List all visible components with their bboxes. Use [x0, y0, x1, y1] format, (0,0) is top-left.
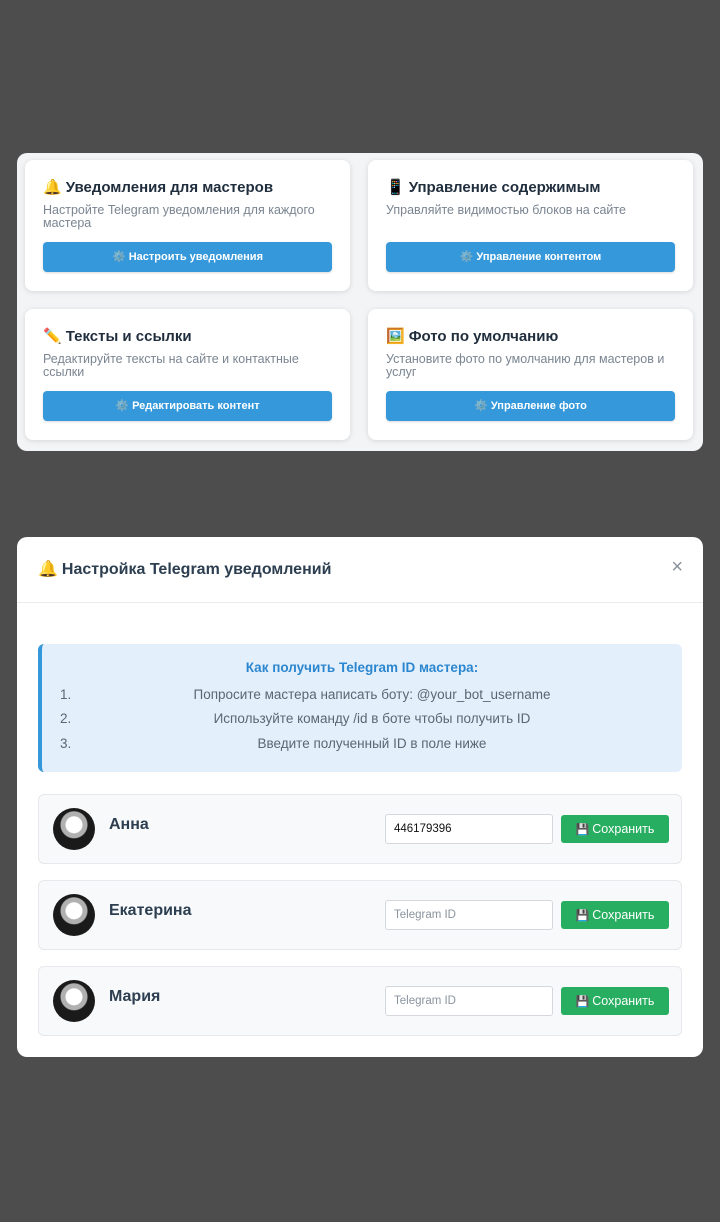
edit-content-button[interactable]: ⚙️ Редактировать контент	[43, 391, 332, 421]
card-description: Редактируйте тексты на сайте и контактны…	[43, 352, 299, 379]
avatar	[53, 808, 95, 850]
save-button[interactable]: 💾 Сохранить	[561, 987, 669, 1015]
master-name: Мария	[109, 988, 161, 1005]
floppy-disk-icon: 💾	[575, 995, 590, 1008]
floppy-disk-icon: 💾	[575, 823, 590, 836]
card-content-management: 📱 Управление содержимым Управляйте видимо…	[368, 160, 693, 291]
card-title: 🖼️ Фото по умолчанию	[386, 327, 559, 345]
card-default-photo: 🖼️ Фото по умолчанию Установите фото по у…	[368, 309, 693, 440]
card-description: Настройте Telegram уведомления для каждо…	[43, 203, 315, 230]
bell-icon: 🔔	[38, 559, 58, 578]
instructions-title: Как получить Telegram ID мастера:	[245, 660, 479, 675]
bell-icon: 🔔	[43, 178, 62, 196]
telegram-id-input[interactable]	[385, 986, 553, 1016]
configure-notifications-button[interactable]: ⚙️ Настроить уведомления	[43, 242, 332, 272]
modal-title: 🔔 Настройка Telegram уведомлений	[38, 559, 332, 578]
instructions-box: Как получить Telegram ID мастера: 1. Попр…	[38, 644, 682, 772]
modal-header: 🔔 Настройка Telegram уведомлений ×	[17, 537, 703, 603]
gear-icon: ⚙️	[459, 250, 474, 263]
manage-photo-button[interactable]: ⚙️ Управление фото	[386, 391, 675, 421]
card-title: 📱 Управление содержимым	[386, 178, 601, 196]
telegram-id-input[interactable]	[385, 900, 553, 930]
master-row-anna: Анна 💾Сохранить	[38, 794, 682, 864]
master-name: Екатерина	[109, 902, 192, 919]
instruction-step: 2. Используйте команду /id в боте чтобы п…	[60, 711, 531, 726]
card-title: ✏️ Тексты и ссылки	[43, 327, 192, 345]
admin-panel: 🔔 Уведомления для мастеров Настройте Tele…	[17, 153, 703, 451]
manage-content-button[interactable]: ⚙️ Управление контентом	[386, 242, 675, 272]
avatar	[53, 894, 95, 936]
picture-icon: 🖼️	[386, 327, 405, 345]
card-description: Установите фото по умолчанию для мастеро…	[386, 352, 665, 379]
avatar	[53, 980, 95, 1022]
instruction-step: 1. Попросите мастера написать боту: @your…	[60, 687, 551, 702]
gear-icon: ⚙️	[474, 399, 488, 412]
card-notifications: 🔔 Уведомления для мастеров Настройте Tele…	[25, 160, 350, 291]
card-texts-links: ✏️ Тексты и ссылки Редактируйте тексты на…	[25, 309, 350, 440]
close-icon[interactable]: ×	[671, 557, 683, 577]
card-title: 🔔 Уведомления для мастеров	[43, 178, 274, 196]
master-row-maria: Мария 💾Сохранить	[38, 966, 682, 1036]
master-row-ekaterina: Екатерина 💾Сохранить	[38, 880, 682, 950]
telegram-id-input[interactable]	[385, 814, 553, 844]
instruction-step: 3. Введите полученный ID в поле ниже	[60, 736, 487, 751]
telegram-settings-modal: 🔔 Настройка Telegram уведомлений × Как по…	[17, 537, 703, 1057]
gear-icon: ⚙️	[111, 250, 126, 263]
master-name: Анна	[109, 816, 149, 833]
phone-icon: 📱	[386, 178, 405, 196]
gear-icon: ⚙️	[115, 399, 130, 412]
pencil-icon: ✏️	[43, 327, 62, 345]
floppy-disk-icon: 💾	[575, 909, 590, 922]
card-description: Управляйте видимостью блоков на сайте	[386, 203, 626, 217]
save-button[interactable]: 💾 Сохранить	[561, 901, 669, 929]
save-button[interactable]: 💾 Сохранить	[561, 815, 669, 843]
